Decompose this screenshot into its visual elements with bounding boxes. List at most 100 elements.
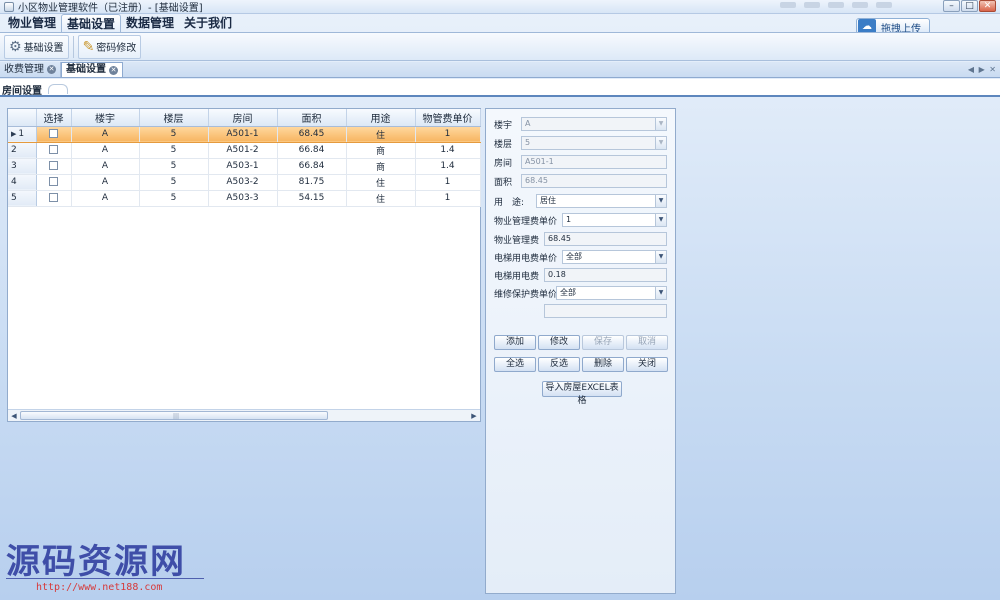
chevron-down-icon[interactable]: ▼ bbox=[655, 214, 666, 226]
cell-area[interactable]: 81.75 bbox=[277, 174, 347, 191]
chevron-down-icon[interactable]: ▼ bbox=[655, 118, 666, 130]
cell-fee-price[interactable]: 1.4 bbox=[415, 158, 481, 175]
chevron-down-icon[interactable]: ▼ bbox=[655, 195, 666, 207]
elevator-price-select[interactable]: 全部 ▼ bbox=[562, 250, 667, 264]
cell-room[interactable]: A503-1 bbox=[208, 158, 278, 175]
select-cell[interactable] bbox=[36, 126, 72, 143]
table-row[interactable]: ▶ 1 A 5 A501-1 68.45 住 1 bbox=[8, 126, 481, 143]
tab-navigation[interactable]: ◀ ▶ ✕ bbox=[968, 65, 997, 74]
chevron-down-icon[interactable]: ▼ bbox=[655, 251, 666, 263]
row-number[interactable]: 2 bbox=[8, 142, 37, 159]
cell-room[interactable]: A501-1 bbox=[208, 126, 278, 143]
tab-room-settings[interactable]: 房间设置 bbox=[2, 82, 42, 97]
col-header-building[interactable]: 楼宇 bbox=[71, 109, 140, 127]
change-password-button[interactable]: ✎ 密码修改 bbox=[77, 34, 142, 59]
row-number[interactable]: 3 bbox=[8, 158, 37, 175]
tab-fee-management[interactable]: 收费管理 ✕ bbox=[0, 62, 61, 77]
cell-building[interactable]: A bbox=[71, 174, 140, 191]
cell-building[interactable]: A bbox=[71, 190, 140, 207]
col-header-room[interactable]: 房间 bbox=[208, 109, 278, 127]
menu-about-us[interactable]: 关于我们 bbox=[179, 14, 237, 32]
row-number[interactable]: 4 bbox=[8, 174, 37, 191]
room-field[interactable]: A501-1 bbox=[521, 155, 667, 169]
scroll-left-icon[interactable]: ◀ bbox=[9, 411, 19, 421]
chevron-down-icon[interactable]: ▼ bbox=[655, 137, 666, 149]
cell-floor[interactable]: 5 bbox=[139, 126, 209, 143]
horizontal-scrollbar[interactable]: ◀ ||| ▶ bbox=[8, 409, 480, 421]
col-header-select[interactable]: 选择 bbox=[36, 109, 72, 127]
close-window-button[interactable]: ✕ bbox=[979, 0, 996, 12]
row-checkbox[interactable] bbox=[49, 145, 58, 154]
tab-base-settings[interactable]: 基础设置 ✕ bbox=[61, 62, 123, 77]
cell-area[interactable]: 54.15 bbox=[277, 190, 347, 207]
cell-room[interactable]: A503-3 bbox=[208, 190, 278, 207]
scroll-right-icon[interactable]: ▶ bbox=[469, 411, 479, 421]
add-button[interactable]: 添加 bbox=[494, 335, 536, 350]
row-checkbox[interactable] bbox=[49, 129, 58, 138]
row-checkbox[interactable] bbox=[49, 161, 58, 170]
table-row[interactable]: 3 A 5 A503-1 66.84 商 1.4 bbox=[8, 158, 481, 175]
cell-floor[interactable]: 5 bbox=[139, 190, 209, 207]
cell-floor[interactable]: 5 bbox=[139, 174, 209, 191]
select-cell[interactable] bbox=[36, 158, 72, 175]
col-header-fee-price[interactable]: 物管费单价 bbox=[415, 109, 481, 127]
select-cell[interactable] bbox=[36, 190, 72, 207]
col-header-floor[interactable]: 楼层 bbox=[139, 109, 209, 127]
close-button[interactable]: 关闭 bbox=[626, 357, 668, 372]
cancel-button[interactable]: 取消 bbox=[626, 335, 668, 350]
select-cell[interactable] bbox=[36, 174, 72, 191]
fee-price-select[interactable]: 1 ▼ bbox=[562, 213, 667, 227]
close-icon[interactable]: ✕ bbox=[109, 65, 118, 75]
cell-use[interactable]: 住 bbox=[346, 174, 416, 191]
col-header-use[interactable]: 用途 bbox=[346, 109, 416, 127]
row-checkbox[interactable] bbox=[49, 193, 58, 202]
area-field[interactable]: 68.45 bbox=[521, 174, 667, 188]
select-cell[interactable] bbox=[36, 142, 72, 159]
close-icon[interactable]: ✕ bbox=[47, 65, 56, 74]
cell-building[interactable]: A bbox=[71, 126, 140, 143]
scroll-thumb[interactable]: ||| bbox=[20, 411, 328, 420]
floor-select[interactable]: 5 ▼ bbox=[521, 136, 667, 150]
chevron-down-icon[interactable]: ▼ bbox=[655, 287, 666, 299]
import-excel-button[interactable]: 导入房屋EXCEL表格 bbox=[542, 381, 622, 406]
cell-fee-price[interactable]: 1 bbox=[415, 174, 481, 191]
cell-building[interactable]: A bbox=[71, 158, 140, 175]
cell-fee-price[interactable]: 1 bbox=[415, 126, 481, 143]
cell-area[interactable]: 66.84 bbox=[277, 142, 347, 159]
menu-base-settings[interactable]: 基础设置 bbox=[61, 14, 122, 32]
cell-floor[interactable]: 5 bbox=[139, 142, 209, 159]
minimize-button[interactable]: – bbox=[943, 0, 960, 12]
elevator-fee-field[interactable]: 0.18 bbox=[544, 268, 667, 282]
invert-selection-button[interactable]: 反选 bbox=[538, 357, 580, 372]
save-button[interactable]: 保存 bbox=[582, 335, 624, 350]
table-row[interactable]: 4 A 5 A503-2 81.75 住 1 bbox=[8, 174, 481, 191]
maximize-button[interactable]: □ bbox=[961, 0, 978, 12]
edit-button[interactable]: 修改 bbox=[538, 335, 580, 350]
delete-button[interactable]: 删除 bbox=[582, 357, 624, 372]
menu-property-management[interactable]: 物业管理 bbox=[3, 14, 61, 32]
cell-use[interactable]: 商 bbox=[346, 142, 416, 159]
cell-room[interactable]: A501-2 bbox=[208, 142, 278, 159]
building-select[interactable]: A ▼ bbox=[521, 117, 667, 131]
cell-fee-price[interactable]: 1.4 bbox=[415, 142, 481, 159]
row-number[interactable]: 5 bbox=[8, 190, 37, 207]
grid-corner[interactable] bbox=[8, 109, 37, 127]
cell-building[interactable]: A bbox=[71, 142, 140, 159]
base-settings-button[interactable]: ⚙ 基础设置 bbox=[4, 34, 69, 59]
select-all-button[interactable]: 全选 bbox=[494, 357, 536, 372]
row-number[interactable]: ▶ 1 bbox=[8, 126, 37, 143]
cell-use[interactable]: 商 bbox=[346, 158, 416, 175]
cell-use[interactable]: 住 bbox=[346, 190, 416, 207]
cell-area[interactable]: 66.84 bbox=[277, 158, 347, 175]
col-header-area[interactable]: 面积 bbox=[277, 109, 347, 127]
cell-area[interactable]: 68.45 bbox=[277, 126, 347, 143]
use-select[interactable]: 居住 ▼ bbox=[536, 194, 667, 208]
menu-data-management[interactable]: 数据管理 bbox=[121, 14, 179, 32]
maint-fee-field[interactable] bbox=[544, 304, 667, 318]
fee-field[interactable]: 68.45 bbox=[544, 232, 667, 246]
cell-use[interactable]: 住 bbox=[346, 126, 416, 143]
cell-room[interactable]: A503-2 bbox=[208, 174, 278, 191]
table-row[interactable]: 5 A 5 A503-3 54.15 住 1 bbox=[8, 190, 481, 207]
cell-fee-price[interactable]: 1 bbox=[415, 190, 481, 207]
maint-price-select[interactable]: 全部 ▼ bbox=[556, 286, 667, 300]
